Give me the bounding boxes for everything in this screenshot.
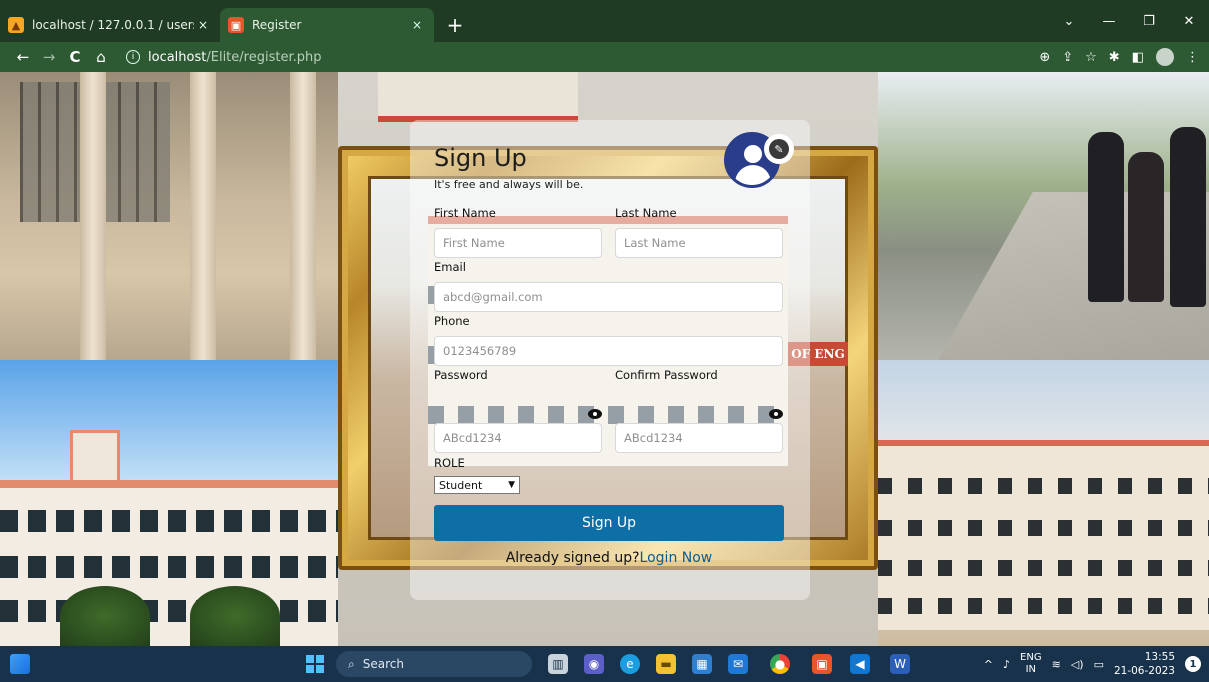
minimize-button[interactable]: —: [1089, 14, 1129, 29]
notification-badge[interactable]: 1: [1185, 656, 1201, 672]
edge-icon[interactable]: e: [620, 654, 640, 674]
screen: ▲ localhost / 127.0.0.1 / usersform × ▣ …: [0, 0, 1209, 682]
close-tab-icon[interactable]: ×: [194, 18, 212, 32]
new-tab-button[interactable]: +: [440, 10, 470, 40]
tab-title: Register: [252, 18, 302, 32]
url-path: /Elite/register.php: [206, 49, 322, 65]
lang-bottom: IN: [1025, 664, 1037, 675]
xampp-icon: ▲: [8, 17, 24, 33]
close-window-button[interactable]: ✕: [1169, 14, 1209, 29]
meet-icon[interactable]: ◉: [584, 654, 604, 674]
tab-register[interactable]: ▣ Register ×: [220, 8, 434, 42]
background-photo-hostel: [878, 360, 1209, 646]
star-icon[interactable]: ☆: [1085, 50, 1097, 65]
battery-icon[interactable]: ▭: [1094, 658, 1104, 671]
chrome-icon[interactable]: ●: [770, 654, 790, 674]
page-subtitle: It's free and always will be.: [434, 178, 584, 191]
volume-icon[interactable]: ◁): [1071, 658, 1084, 671]
home-button[interactable]: ⌂: [88, 48, 114, 66]
address-bar[interactable]: i localhost/Elite/register.php: [126, 45, 321, 69]
background-photo-lobby: [0, 72, 338, 360]
confirm-password-input[interactable]: ABcd1234: [615, 423, 783, 453]
windows-taskbar: ⌕ Search ▥ ◉ e ▬ ▦ ✉ ● ▣ ◀ W ^ ♪ ENG IN …: [0, 646, 1209, 682]
window-controls: ⌄ — ❐ ✕: [1049, 0, 1209, 42]
toolbar-actions: ⊕ ⇪ ☆ ✱ ◧ ⋮: [1039, 42, 1199, 72]
profile-icon[interactable]: [1156, 48, 1174, 66]
background-photo-building: [0, 360, 338, 646]
email-input[interactable]: abcd@gmail.com: [434, 282, 783, 312]
tab-search-chevron-icon[interactable]: ⌄: [1049, 14, 1089, 29]
clock-time: 13:55: [1144, 651, 1175, 663]
codeigniter-icon: ▣: [228, 17, 244, 33]
search-label: Search: [362, 657, 404, 671]
word-icon[interactable]: W: [890, 654, 910, 674]
reload-button[interactable]: C: [62, 48, 88, 66]
login-prompt: Already signed up?Login Now: [434, 550, 784, 566]
language-indicator[interactable]: ENG IN: [1020, 652, 1042, 676]
chevron-down-icon: ▼: [508, 480, 515, 490]
tab-title: localhost / 127.0.0.1 / usersform: [32, 18, 194, 32]
role-selected-value: Student: [439, 478, 483, 492]
site-info-icon[interactable]: i: [126, 50, 140, 64]
tray-chevron-icon[interactable]: ^: [984, 658, 993, 671]
last-name-label: Last Name: [615, 206, 677, 220]
microphone-icon[interactable]: ♪: [1003, 658, 1010, 671]
confirm-password-label: Confirm Password: [615, 368, 718, 382]
codeigniter-taskbar-icon[interactable]: ▣: [812, 654, 832, 674]
background-photo-students: [878, 72, 1209, 360]
widgets-icon[interactable]: [10, 654, 30, 674]
restore-button[interactable]: ❐: [1129, 14, 1169, 29]
close-tab-icon[interactable]: ×: [408, 18, 426, 32]
back-button[interactable]: ←: [10, 48, 36, 66]
search-icon: ⌕: [348, 656, 355, 671]
share-icon[interactable]: ⇪: [1062, 50, 1073, 65]
task-view-icon[interactable]: ▥: [548, 654, 568, 674]
clock[interactable]: 13:55 21-06-2023: [1114, 650, 1175, 678]
extensions-icon[interactable]: ✱: [1109, 50, 1120, 65]
page-title: Sign Up: [434, 144, 527, 172]
password-label: Password: [434, 368, 488, 382]
role-select[interactable]: Student ▼: [434, 476, 520, 494]
url-host: localhost: [148, 49, 207, 65]
role-label: ROLE: [434, 456, 465, 470]
already-signed-text: Already signed up?: [505, 550, 640, 566]
phone-input[interactable]: 0123456789: [434, 336, 783, 366]
lang-top: ENG: [1020, 652, 1042, 663]
first-name-label: First Name: [434, 206, 496, 220]
edit-user-icon[interactable]: ✎: [766, 136, 792, 162]
show-confirm-password-icon[interactable]: [769, 409, 783, 419]
show-password-icon[interactable]: [588, 409, 602, 419]
signup-button[interactable]: Sign Up: [434, 505, 784, 541]
phone-label: Phone: [434, 314, 470, 328]
email-label: Email: [434, 260, 466, 274]
store-icon[interactable]: ▦: [692, 654, 712, 674]
taskbar-search[interactable]: ⌕ Search: [336, 651, 532, 677]
start-button[interactable]: [306, 655, 324, 673]
wifi-icon[interactable]: ≋: [1052, 658, 1061, 671]
menu-icon[interactable]: ⋮: [1186, 50, 1199, 65]
vscode-icon[interactable]: ◀: [850, 654, 870, 674]
browser-toolbar: ← → C ⌂ i localhost/Elite/register.php ⊕…: [0, 42, 1209, 72]
tab-phpmyadmin[interactable]: ▲ localhost / 127.0.0.1 / usersform ×: [0, 8, 220, 42]
file-explorer-icon[interactable]: ▬: [656, 654, 676, 674]
mail-icon[interactable]: ✉: [728, 654, 748, 674]
clock-date: 21-06-2023: [1113, 665, 1175, 677]
sidepanel-icon[interactable]: ◧: [1132, 50, 1144, 65]
last-name-input[interactable]: Last Name: [615, 228, 783, 258]
password-input[interactable]: ABcd1234: [434, 423, 602, 453]
login-now-link[interactable]: Login Now: [640, 550, 713, 566]
first-name-input[interactable]: First Name: [434, 228, 602, 258]
zoom-icon[interactable]: ⊕: [1039, 50, 1050, 65]
forward-button[interactable]: →: [36, 48, 62, 66]
system-tray: ^ ♪ ENG IN ≋ ◁) ▭ 13:55 21-06-2023 1: [984, 646, 1201, 682]
browser-tabstrip: ▲ localhost / 127.0.0.1 / usersform × ▣ …: [0, 0, 1209, 42]
